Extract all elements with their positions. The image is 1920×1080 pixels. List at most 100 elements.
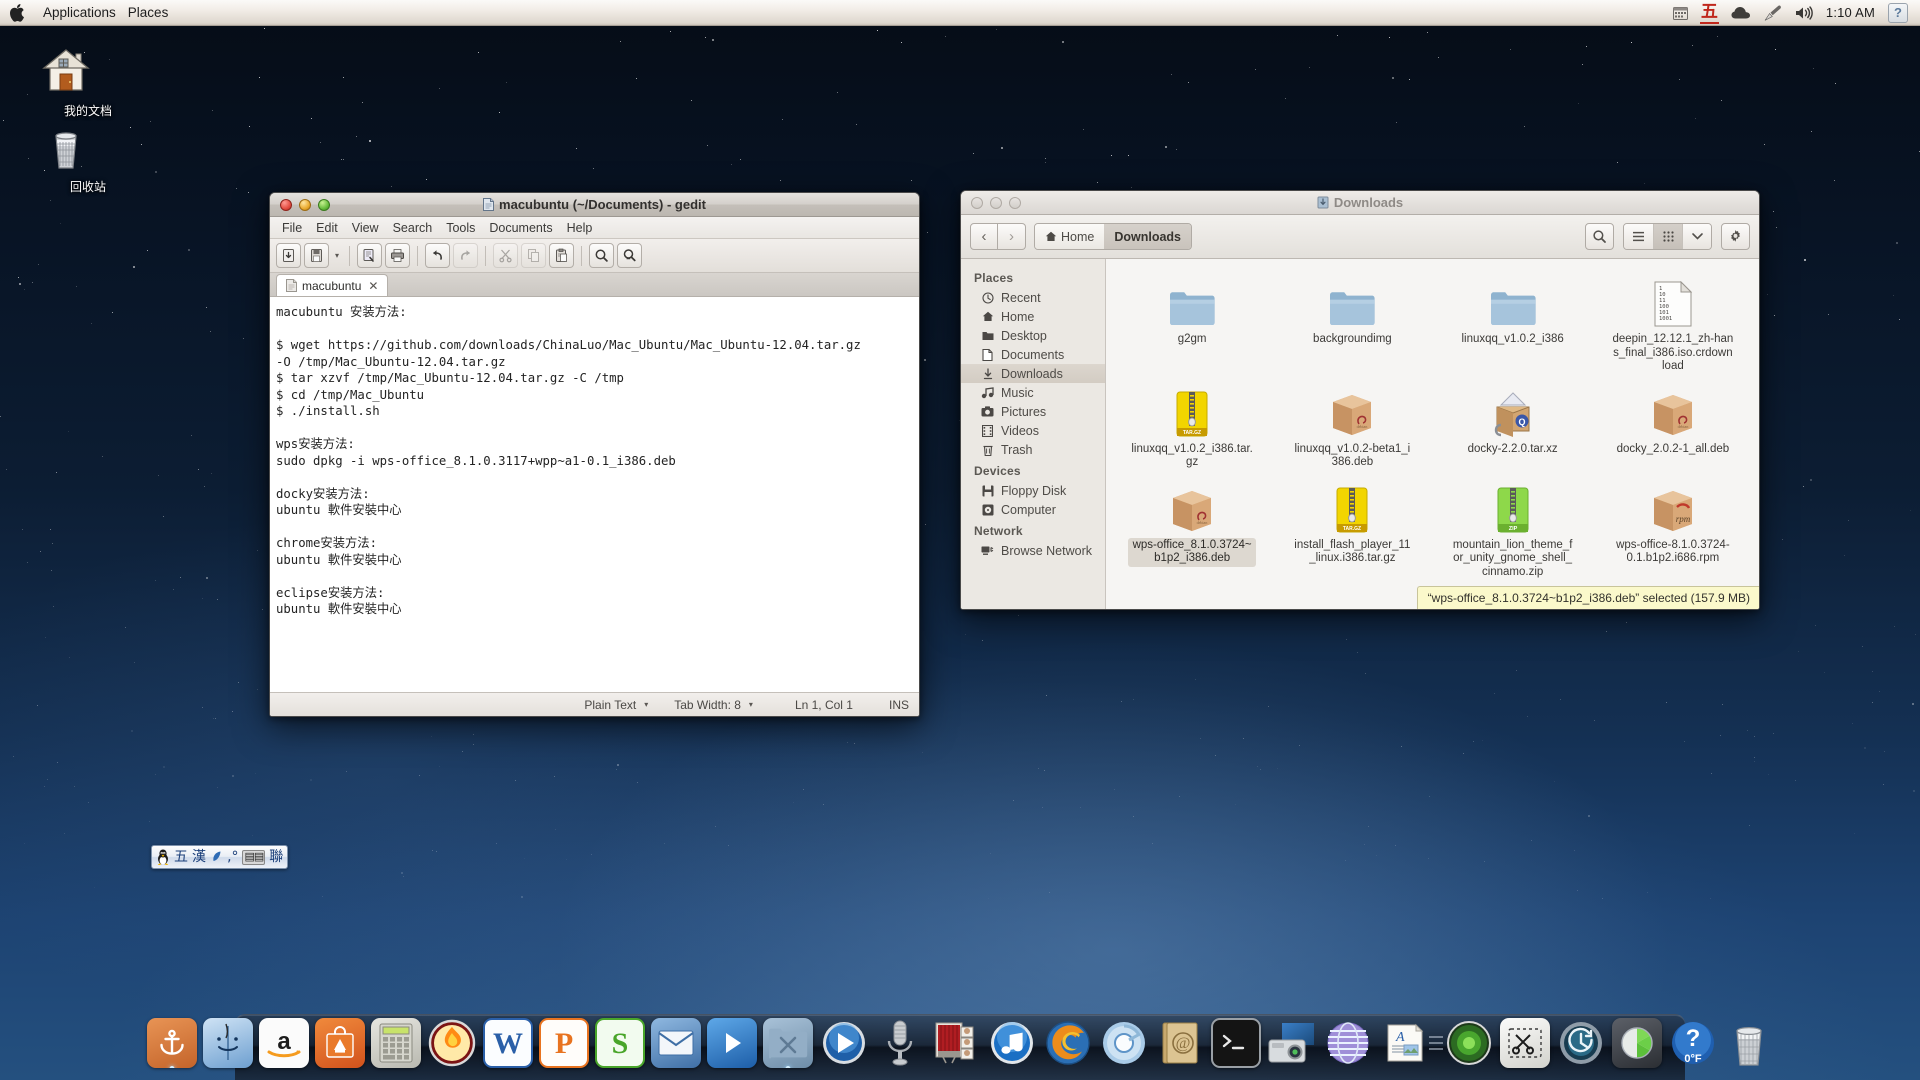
file-item[interactable]: linuxqq_v1.0.2_i386	[1433, 269, 1593, 377]
sidebar-item-documents[interactable]: Documents	[961, 345, 1105, 364]
maximize-button[interactable]	[318, 198, 330, 211]
sidebar-item-home[interactable]: Home	[961, 307, 1105, 326]
sidebar-item-recent[interactable]: Recent	[961, 288, 1105, 307]
sidebar-item-pictures[interactable]: Pictures	[961, 402, 1105, 421]
dock-item-ubuntu-software-center[interactable]	[314, 1018, 365, 1068]
window-controls[interactable]	[971, 196, 1021, 209]
dock-item-docky-anchor[interactable]	[146, 1018, 197, 1068]
file-item[interactable]: debian docky_2.0.2-1_all.deb	[1593, 379, 1753, 473]
status-language[interactable]: Plain Text	[580, 698, 640, 712]
ime-toolbar[interactable]: 五 漢 ‚° ▤▤ 聯	[151, 845, 289, 869]
dock-item-sound-recorder[interactable]	[875, 1018, 925, 1068]
gedit-text-content[interactable]: macubuntu 安装方法: $ wget https://github.co…	[273, 304, 919, 618]
file-item[interactable]: Q docky-2.2.0.tar.xz	[1433, 379, 1593, 473]
dock-item-calculator[interactable]	[370, 1018, 421, 1068]
sidebar-item-desktop[interactable]: Desktop	[961, 326, 1105, 345]
file-item[interactable]: rpm wps-office-8.1.0.3724-0.1.b1p2.i686.…	[1593, 475, 1753, 583]
dock-item-system-tools-folder[interactable]	[762, 1018, 813, 1068]
list-view-icon[interactable]	[1624, 224, 1653, 249]
menu-file[interactable]: File	[275, 217, 309, 239]
dock-item-quicktime-player[interactable]	[819, 1018, 869, 1068]
brush-icon[interactable]	[1764, 5, 1782, 21]
file-item-selected[interactable]: debian wps-office_8.1.0.3724~b1p2_i386.d…	[1112, 475, 1272, 583]
dock-item-media-player[interactable]	[706, 1018, 757, 1068]
dock-item-trash[interactable]	[1724, 1018, 1774, 1068]
sidebar-item-browse-network[interactable]: Browse Network	[961, 541, 1105, 560]
file-item[interactable]: backgroundimg	[1272, 269, 1432, 377]
file-item[interactable]: debian linuxqq_v1.0.2-beta1_i386.deb	[1272, 379, 1432, 473]
dock-item-font-book[interactable]: A	[1379, 1018, 1429, 1068]
linux-penguin-icon[interactable]	[156, 849, 170, 865]
dock-item-itunes[interactable]	[987, 1018, 1037, 1068]
find-button[interactable]	[589, 243, 615, 268]
close-button[interactable]	[971, 196, 983, 209]
maximize-button[interactable]	[1009, 196, 1021, 209]
print-button[interactable]	[385, 243, 411, 268]
apple-logo-icon[interactable]	[10, 3, 25, 22]
gedit-titlebar[interactable]: macubuntu (~/Documents) - gedit	[270, 193, 919, 217]
back-button[interactable]: ‹	[970, 223, 998, 250]
half-width-moon-icon[interactable]	[210, 850, 223, 864]
file-item[interactable]: g2gm	[1112, 269, 1272, 377]
dock-item-globe-network[interactable]	[1323, 1018, 1373, 1068]
ime-lian[interactable]: 聯	[269, 850, 283, 864]
chevron-down-icon[interactable]: ▾	[332, 251, 342, 260]
virtual-keyboard-icon[interactable]: ▤▤	[242, 849, 266, 865]
speaker-icon[interactable]	[1795, 5, 1813, 20]
breadcrumb-downloads[interactable]: Downloads	[1104, 224, 1192, 249]
dock-item-screenshot-crop[interactable]	[1499, 1018, 1550, 1068]
close-button[interactable]	[280, 198, 292, 211]
cloud-icon[interactable]	[1731, 6, 1751, 19]
sidebar-item-floppy-disk[interactable]: Floppy Disk	[961, 481, 1105, 500]
copy-button[interactable]	[521, 243, 547, 268]
status-tab-width[interactable]: Tab Width: 8	[670, 698, 745, 712]
ime-mode-han[interactable]: 漢	[192, 850, 206, 864]
dock-item-screenshot-camera[interactable]	[1267, 1018, 1317, 1068]
nautilus-titlebar[interactable]: Downloads	[961, 191, 1759, 215]
minimize-button[interactable]	[990, 196, 1002, 209]
dock-item-wps-spreadsheet[interactable]: S	[594, 1018, 645, 1068]
punctuation-icon[interactable]: ‚°	[227, 850, 238, 864]
file-item[interactable]: TAR.GZ install_flash_player_11_linux.i38…	[1272, 475, 1432, 583]
dock-item-brasero-burn[interactable]	[427, 1018, 477, 1068]
forward-button[interactable]: ›	[998, 223, 1026, 250]
menu-edit[interactable]: Edit	[309, 217, 345, 239]
ime-mode-wu[interactable]: 五	[174, 850, 188, 864]
chevron-down-icon[interactable]	[1682, 224, 1711, 249]
dock-item-disk-usage[interactable]	[1611, 1018, 1662, 1068]
desktop-icon-home[interactable]: 我的文档	[40, 46, 136, 119]
nautilus-window[interactable]: Downloads ‹ › Home Downloads Places Rece…	[960, 190, 1760, 610]
chevron-down-icon[interactable]: ▾	[745, 700, 757, 709]
file-item[interactable]: ZIP mountain_lion_theme_for_unity_gnome_…	[1433, 475, 1593, 583]
sidebar-item-computer[interactable]: Computer	[961, 500, 1105, 519]
grid-view-icon[interactable]	[1653, 224, 1682, 249]
dock-item-firefox[interactable]	[1043, 1018, 1093, 1068]
sidebar-item-videos[interactable]: Videos	[961, 421, 1105, 440]
minimize-button[interactable]	[299, 198, 311, 211]
clipboard-paste-button[interactable]	[549, 243, 575, 268]
nautilus-sidebar[interactable]: Places Recent Home Desktop Documents Dow…	[961, 259, 1106, 609]
menubar-clock[interactable]: 1:10 AM	[1826, 5, 1875, 20]
menu-tools[interactable]: Tools	[439, 217, 482, 239]
dock-item-photo-booth[interactable]	[931, 1018, 981, 1068]
dock-item-green-orb[interactable]	[1444, 1018, 1494, 1068]
replace-button[interactable]	[617, 243, 643, 268]
calendar-icon[interactable]	[1672, 6, 1688, 20]
desktop-icon-trash[interactable]: 回收站	[40, 122, 136, 195]
redo-button[interactable]	[453, 243, 479, 268]
menu-documents[interactable]: Documents	[482, 217, 559, 239]
undo-button[interactable]	[425, 243, 451, 268]
window-controls[interactable]	[280, 198, 330, 211]
dock-item-terminal[interactable]	[1210, 1018, 1261, 1068]
sidebar-item-music[interactable]: Music	[961, 383, 1105, 402]
gedit-tab-macubuntu[interactable]: macubuntu ✕	[276, 274, 389, 296]
menu-search[interactable]: Search	[386, 217, 440, 239]
nautilus-file-area[interactable]: g2gm backgroundimg linuxqq_v1.0.2_i386 1…	[1106, 259, 1759, 609]
file-item[interactable]: 1 10 11 100 101 1001 deepin_12.12.1_zh-hans_f…	[1593, 269, 1753, 377]
open-button[interactable]	[276, 243, 301, 268]
dock-item-weather[interactable]: ? 0°F	[1668, 1018, 1718, 1068]
save-button[interactable]	[304, 243, 329, 268]
file-item[interactable]: TAR.GZ linuxqq_v1.0.2_i386.tar.gz	[1112, 379, 1272, 473]
dock-item-mail[interactable]	[650, 1018, 701, 1068]
chevron-down-icon[interactable]: ▾	[640, 700, 652, 709]
